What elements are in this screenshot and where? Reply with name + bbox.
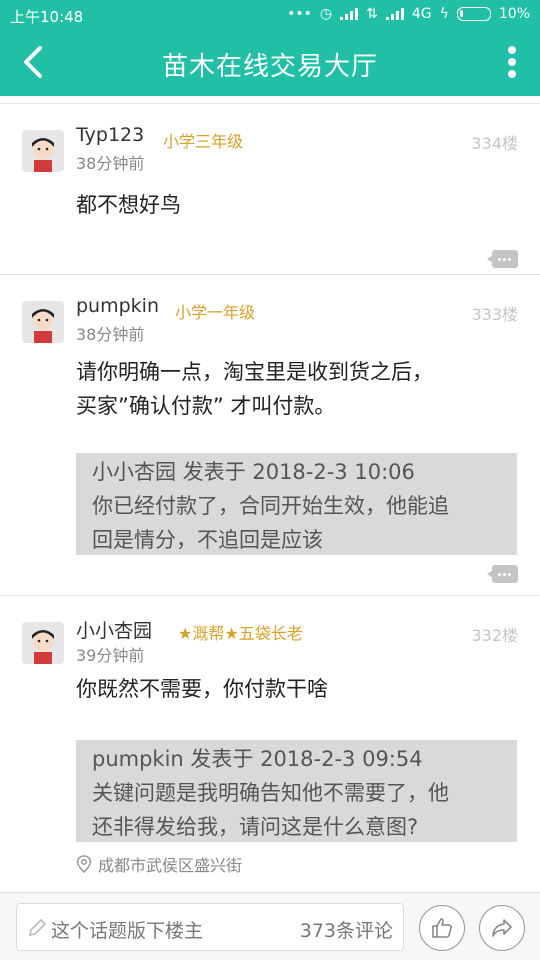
more-vert-icon [508, 46, 516, 54]
page-title: 苗木在线交易大厅 [161, 52, 378, 82]
comment-count[interactable]: 373条评论 [300, 916, 393, 943]
floor-number: 332楼 [471, 626, 518, 645]
post-time: 38分钟前 [76, 325, 145, 344]
username[interactable]: 小小杏园 [76, 616, 152, 643]
data-transfer-icon: ⇅ [366, 6, 378, 22]
post-content: 都不想好鸟 [76, 193, 181, 217]
alarm-icon: ◷ [319, 6, 333, 22]
pencil-icon [28, 918, 47, 937]
post-item: pumpkin 小学一年级 38分钟前 333楼 请你明确一点，淘宝里是收到货之… [0, 275, 540, 596]
comment-input[interactable]: 这个话题版下楼主 373条评论 [16, 903, 404, 951]
comment-placeholder: 这个话题版下楼主 [51, 920, 204, 942]
status-icons: ••• ◷ ⇅ 4G ϟ 10% [287, 6, 530, 22]
username[interactable]: pumpkin [76, 295, 159, 317]
post-content: 请你明确一点，淘宝里是收到货之后， 买家”确认付款” 才叫付款。 [76, 360, 433, 418]
status-time: 上午10:48 [10, 8, 84, 26]
share-button[interactable] [479, 905, 525, 951]
thumbs-up-icon [432, 918, 452, 938]
more-dots-icon: ••• [287, 6, 312, 22]
more-button[interactable] [500, 42, 524, 82]
quoted-reply: 小小杏园 发表于 2018-2-3 10:06 你已经付款了，合同开始生效，他能… [76, 453, 517, 555]
status-bar: 上午10:48 ••• ◷ ⇅ 4G ϟ 10% [0, 0, 540, 30]
bottom-bar: 这个话题版下楼主 373条评论 [0, 892, 540, 960]
signal-icon [340, 8, 359, 20]
post-list: Typ123 小学三年级 38分钟前 334楼 都不想好鸟 pumpkin 小学… [0, 96, 540, 896]
post-location: 成都市武侯区盛兴街 [76, 852, 242, 876]
avatar[interactable] [22, 622, 64, 664]
like-button[interactable] [419, 905, 465, 951]
post-item: 小小杏园 ★溉帮★五袋长老 39分钟前 332楼 你既然不需要，你付款干啥 pu… [0, 596, 540, 896]
floor-number: 333楼 [471, 305, 518, 324]
quote-header: 小小杏园 发表于 2018-2-3 10:06 [92, 460, 415, 484]
avatar[interactable] [22, 301, 64, 343]
comment-button[interactable] [487, 565, 518, 583]
user-rank: 小学一年级 [175, 303, 256, 322]
share-icon [492, 919, 512, 937]
user-rank: ★溉帮★五袋长老 [178, 624, 303, 643]
location-text: 成都市武侯区盛兴街 [98, 856, 243, 875]
network-type: 4G [411, 6, 432, 22]
quoted-reply: pumpkin 发表于 2018-2-3 09:54 关键问题是我明确告知他不需… [76, 740, 517, 842]
battery-icon [456, 7, 491, 21]
post-time: 39分钟前 [76, 646, 145, 665]
user-rank: 小学三年级 [163, 132, 244, 151]
location-pin-icon [76, 855, 92, 873]
app-bar: 苗木在线交易大厅 [0, 30, 540, 96]
comment-button[interactable] [487, 250, 518, 268]
avatar[interactable] [22, 130, 64, 172]
username[interactable]: Typ123 [76, 124, 144, 146]
post-content: 你既然不需要，你付款干啥 [76, 677, 328, 701]
post-time: 38分钟前 [76, 154, 145, 173]
quote-header: pumpkin 发表于 2018-2-3 09:54 [92, 747, 423, 771]
charging-icon: ϟ [439, 6, 449, 22]
divider [0, 96, 540, 104]
post-item: Typ123 小学三年级 38分钟前 334楼 都不想好鸟 [0, 104, 540, 275]
floor-number: 334楼 [471, 134, 518, 153]
battery-level: 10% [498, 6, 530, 22]
signal-icon-2 [385, 8, 404, 20]
